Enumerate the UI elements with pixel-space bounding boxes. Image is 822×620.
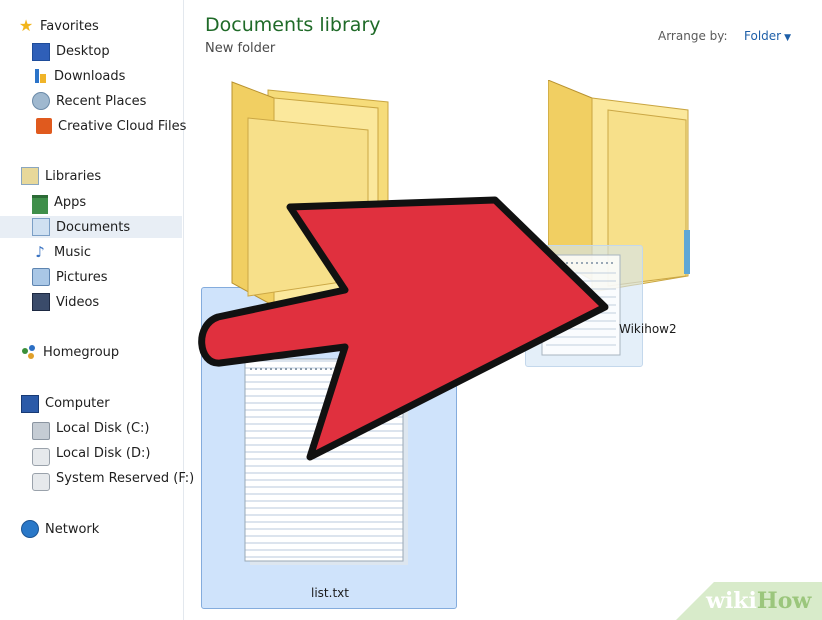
music-icon: ♪	[35, 243, 45, 261]
file-name: list.txt	[311, 586, 349, 600]
nav-network-label: Network	[45, 521, 100, 537]
arrow-icon	[198, 196, 609, 461]
nav-recent-places-label: Recent Places	[56, 93, 147, 109]
nav-system-reserved-f-label: System Reserved (F:)	[56, 470, 195, 486]
computer-icon	[21, 394, 39, 413]
nav-network[interactable]: Network	[21, 518, 99, 540]
nav-local-disk-c-label: Local Disk (C:)	[56, 420, 150, 436]
nav-desktop-label: Desktop	[56, 43, 110, 59]
nav-libraries[interactable]: Libraries	[21, 165, 101, 187]
documents-icon	[32, 218, 50, 236]
videos-icon	[32, 293, 50, 311]
local-disk-icon	[32, 472, 50, 491]
arrange-by-label: Arrange by:	[658, 29, 728, 43]
arrange-by-dropdown[interactable]: Folder ▼	[744, 29, 791, 43]
nav-documents-label: Documents	[56, 219, 131, 235]
nav-creative-cloud-label: Creative Cloud Files	[58, 118, 187, 134]
nav-homegroup[interactable]: Homegroup	[21, 341, 119, 363]
library-subtitle: New folder	[205, 41, 276, 56]
nav-downloads-label: Downloads	[54, 68, 126, 84]
creative-cloud-icon	[36, 118, 52, 134]
watermark-logo: wikiHow	[706, 588, 812, 614]
nav-recent-places[interactable]: Recent Places	[32, 90, 146, 112]
nav-downloads[interactable]: Downloads	[32, 65, 125, 87]
nav-pictures[interactable]: Pictures	[32, 266, 107, 288]
nav-videos[interactable]: Videos	[32, 291, 99, 313]
libraries-icon	[21, 167, 39, 185]
local-disk-icon	[32, 447, 50, 466]
nav-libraries-label: Libraries	[45, 168, 102, 184]
nav-pictures-label: Pictures	[56, 269, 108, 285]
star-icon: ★	[18, 16, 34, 35]
nav-homegroup-label: Homegroup	[43, 344, 120, 360]
nav-local-disk-d[interactable]: Local Disk (D:)	[32, 442, 151, 466]
arrange-by-value: Folder	[744, 29, 782, 43]
nav-creative-cloud[interactable]: Creative Cloud Files	[32, 115, 186, 137]
nav-computer[interactable]: Computer	[21, 392, 110, 414]
nav-local-disk-d-label: Local Disk (D:)	[56, 445, 151, 461]
navigation-pane: ★ Favorites Desktop Downloads Recent Pla…	[0, 0, 194, 620]
apps-icon	[32, 194, 48, 214]
nav-system-reserved-f[interactable]: System Reserved (F:)	[32, 467, 195, 491]
nav-computer-label: Computer	[45, 395, 110, 411]
network-icon	[21, 520, 39, 538]
nav-videos-label: Videos	[56, 294, 100, 310]
downloads-icon	[32, 68, 48, 84]
nav-favorites-label: Favorites	[40, 18, 99, 34]
homegroup-icon	[21, 344, 37, 360]
local-disk-icon	[32, 422, 50, 440]
nav-music-label: Music	[54, 244, 91, 260]
nav-favorites[interactable]: ★ Favorites	[18, 15, 99, 37]
chevron-down-icon: ▼	[784, 33, 792, 43]
pictures-icon	[32, 268, 50, 286]
nav-apps[interactable]: Apps	[32, 191, 87, 214]
nav-documents[interactable]: Documents	[0, 216, 182, 238]
nav-apps-label: Apps	[54, 194, 87, 210]
recent-places-icon	[32, 92, 50, 110]
folder-name: Wikihow2	[619, 322, 677, 336]
nav-local-disk-c[interactable]: Local Disk (C:)	[32, 417, 150, 440]
desktop-icon	[32, 43, 50, 61]
library-title: Documents library	[205, 14, 381, 36]
nav-desktop[interactable]: Desktop	[32, 40, 110, 62]
nav-music[interactable]: ♪ Music	[32, 241, 91, 263]
